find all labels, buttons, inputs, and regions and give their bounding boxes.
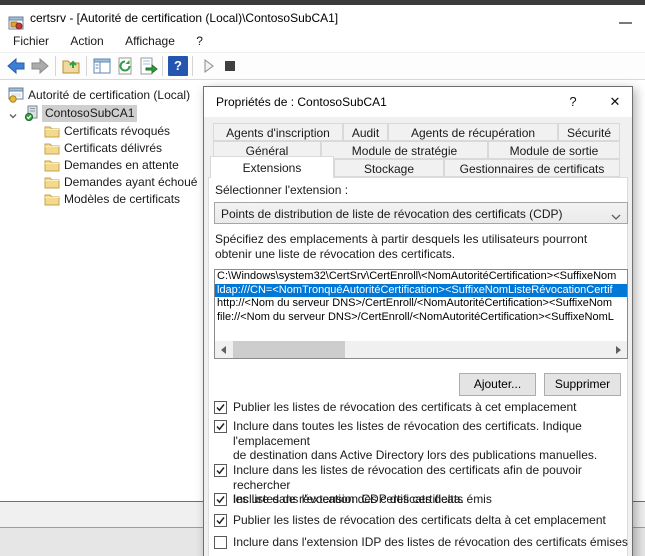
tab-module-strategie[interactable]: Module de stratégie: [321, 141, 488, 159]
tab-securite[interactable]: Sécurité: [558, 123, 620, 141]
horizontal-scrollbar[interactable]: [215, 341, 627, 358]
checkbox-box[interactable]: [214, 401, 227, 414]
add-button[interactable]: Ajouter...: [459, 373, 536, 396]
crl-location-row[interactable]: http://<Nom du serveur DNS>/CertEnroll/<…: [215, 297, 627, 311]
chevron-down-icon: [611, 210, 621, 220]
ca-server-icon: [24, 105, 40, 122]
folder-icon: [44, 191, 60, 207]
checkbox-label: Inclure dans l'extension CDP des certifi…: [233, 492, 492, 506]
folder-icon: [44, 123, 60, 139]
tree-root-label: Autorité de certification (Local): [28, 88, 191, 102]
checkmark-icon: [215, 421, 226, 435]
checkbox-label: Publier les listes de révocation des cer…: [233, 400, 577, 414]
extension-select[interactable]: Points de distribution de liste de révoc…: [214, 202, 628, 224]
checkbox-label: Inclure dans l'extension IDP des listes …: [233, 535, 628, 549]
help-icon[interactable]: ?: [168, 56, 188, 76]
extension-selected-value: Points de distribution de liste de révoc…: [221, 207, 563, 221]
mmc-title-bar: certsrv - [Autorité de certification (Lo…: [0, 5, 645, 31]
checkmark-icon: [215, 494, 226, 508]
checkbox-box[interactable]: [214, 514, 227, 527]
dialog-title-bar: Propriétés de : ContosoSubCA1 ? ✕: [204, 87, 632, 117]
show-console-tree-icon[interactable]: [92, 56, 112, 76]
toolbar-separator: [192, 56, 193, 76]
stop-service-icon[interactable]: [220, 56, 240, 76]
dialog-close-button[interactable]: ✕: [600, 87, 630, 117]
toolbar-separator: [86, 56, 87, 76]
menu-affichage[interactable]: Affichage: [116, 31, 184, 52]
export-list-icon[interactable]: [138, 56, 158, 76]
scroll-right-arrow-icon[interactable]: [610, 341, 627, 358]
extension-description: Spécifiez des emplacements à partir desq…: [215, 232, 588, 261]
folder-icon: [44, 140, 60, 156]
checkmark-icon: [215, 515, 226, 529]
refresh-icon[interactable]: [115, 56, 135, 76]
folder-icon: [44, 157, 60, 173]
tab-stockage[interactable]: Stockage: [334, 159, 444, 177]
certification-authority-icon: [8, 87, 24, 103]
checkbox-label: Inclure dans toutes les listes de révoca…: [233, 419, 598, 462]
tab-module-sortie[interactable]: Module de sortie: [488, 141, 620, 159]
checkbox-box[interactable]: [214, 464, 227, 477]
dialog-help-button[interactable]: ?: [558, 87, 588, 117]
tree-child-label: Demandes ayant échoué: [64, 175, 198, 189]
tree-child-label: Modèles de certificats: [64, 192, 181, 206]
dialog-title: Propriétés de : ContosoSubCA1: [216, 95, 387, 109]
minimize-button[interactable]: [619, 22, 632, 24]
toolbar: ?: [0, 53, 645, 80]
remove-button[interactable]: Supprimer: [544, 373, 621, 396]
tab-agents-recuperation[interactable]: Agents de récupération: [388, 123, 558, 141]
tab-audit[interactable]: Audit: [343, 123, 388, 141]
checkmark-icon: [215, 402, 226, 416]
checkbox-box[interactable]: [214, 420, 227, 433]
menu-action[interactable]: Action: [61, 31, 112, 52]
screen: certsrv - [Autorité de certification (Lo…: [0, 0, 645, 556]
tree-ca-label: ContosoSubCA1: [42, 105, 138, 122]
toolbar-separator: [55, 56, 56, 76]
folder-icon: [44, 174, 60, 190]
checkmark-icon: [215, 465, 226, 479]
tree-child-label: Certificats révoqués: [64, 124, 171, 138]
start-service-icon[interactable]: [198, 56, 218, 76]
menu-help[interactable]: ?: [187, 31, 212, 52]
window-title: certsrv - [Autorité de certification (Lo…: [30, 11, 339, 25]
up-one-level-icon[interactable]: [61, 56, 81, 76]
checkbox-label: Publier les listes de révocation des cer…: [233, 513, 606, 527]
tree-child-label: Certificats délivrés: [64, 141, 163, 155]
forward-icon[interactable]: [30, 56, 50, 76]
checkbox-box[interactable]: [214, 536, 227, 549]
tab-extensions[interactable]: Extensions: [210, 156, 334, 178]
select-extension-label: Sélectionner l'extension :: [215, 183, 349, 197]
chevron-expanded-icon[interactable]: [8, 109, 18, 119]
crl-location-row[interactable]: C:\Windows\system32\CertSrv\CertEnroll\<…: [215, 270, 627, 284]
scrollbar-thumb[interactable]: [233, 341, 345, 358]
tree-child-label: Demandes en attente: [64, 158, 179, 172]
tab-gestionnaires-certificats[interactable]: Gestionnaires de certificats: [444, 159, 620, 177]
crl-location-row[interactable]: ldap:///CN=<NomTronquéAutoritéCertificat…: [215, 283, 627, 297]
menu-fichier[interactable]: Fichier: [4, 31, 58, 52]
tab-agents-inscription[interactable]: Agents d'inscription: [213, 123, 343, 141]
back-icon[interactable]: [6, 56, 26, 76]
checkbox-box[interactable]: [214, 493, 227, 506]
properties-dialog: Propriétés de : ContosoSubCA1 ? ✕ Agents…: [203, 86, 633, 556]
toolbar-separator: [162, 56, 163, 76]
menu-bar: Fichier Action Affichage ?: [0, 31, 645, 53]
crl-locations-listbox[interactable]: C:\Windows\system32\CertSrv\CertEnroll\<…: [214, 269, 628, 359]
certsrv-app-icon: [8, 15, 24, 31]
crl-location-row[interactable]: file://<Nom du serveur DNS>/CertEnroll/<…: [215, 311, 627, 325]
scroll-left-arrow-icon[interactable]: [215, 341, 232, 358]
